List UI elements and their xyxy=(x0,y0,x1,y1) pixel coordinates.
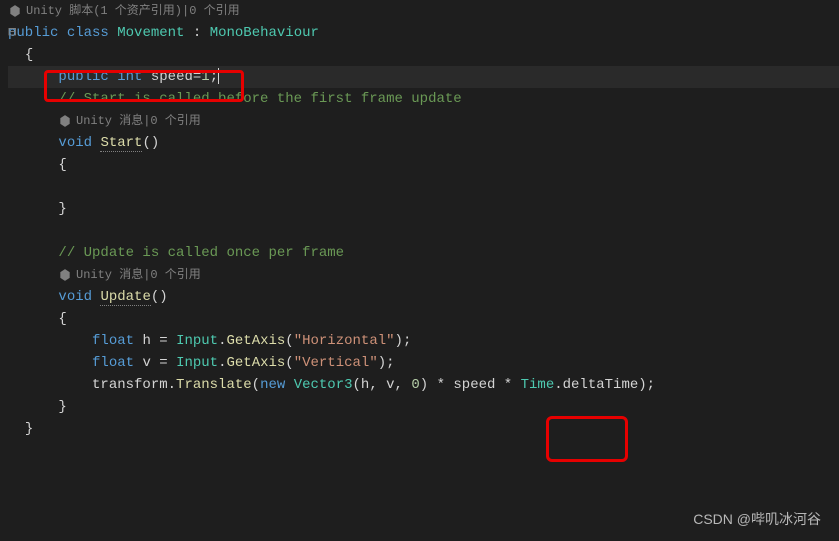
code-line-start-decl[interactable]: void Start() xyxy=(8,132,839,154)
unity-icon xyxy=(58,114,72,128)
code-editor[interactable]: Unity 脚本(1 个资产引用)|0 个引用 ⊟public class Mo… xyxy=(0,0,839,440)
watermark: CSDN @哔叽冰河谷 xyxy=(693,509,821,529)
code-line-class[interactable]: ⊟public class Movement : MonoBehaviour xyxy=(8,22,839,44)
unity-icon xyxy=(8,4,22,18)
code-line-empty[interactable] xyxy=(8,176,839,198)
code-line-update-decl[interactable]: void Update() xyxy=(8,286,839,308)
code-line-v[interactable]: float v = Input.GetAxis("Vertical"); xyxy=(8,352,839,374)
unity-icon xyxy=(58,268,72,282)
code-line-brace[interactable]: } xyxy=(8,396,839,418)
code-line-h[interactable]: float h = Input.GetAxis("Horizontal"); xyxy=(8,330,839,352)
code-line-translate[interactable]: transform.Translate(new Vector3(h, v, 0)… xyxy=(8,374,839,396)
code-line-brace[interactable]: { xyxy=(8,154,839,176)
codelens-script[interactable]: Unity 脚本(1 个资产引用)|0 个引用 xyxy=(8,0,839,22)
code-line-brace[interactable]: { xyxy=(8,44,839,66)
code-line-brace[interactable]: } xyxy=(8,418,839,440)
code-line-comment-start[interactable]: // Start is called before the first fram… xyxy=(8,88,839,110)
code-line-brace[interactable]: { xyxy=(8,308,839,330)
code-line-brace[interactable]: } xyxy=(8,198,839,220)
code-line-empty[interactable] xyxy=(8,220,839,242)
code-line-field[interactable]: public int speed=1; xyxy=(8,66,839,88)
codelens-start[interactable]: Unity 消息|0 个引用 xyxy=(8,110,839,132)
code-line-comment-update[interactable]: // Update is called once per frame xyxy=(8,242,839,264)
codelens-update[interactable]: Unity 消息|0 个引用 xyxy=(8,264,839,286)
text-cursor xyxy=(218,68,219,84)
